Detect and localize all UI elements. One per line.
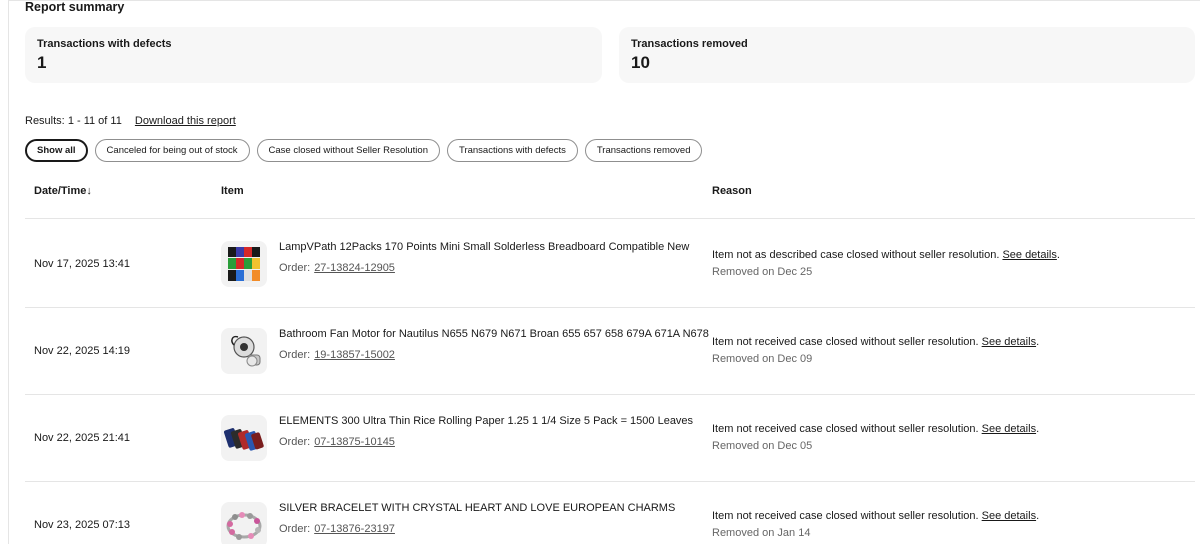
table-header: Date/Time↓ Item Reason xyxy=(25,183,1195,219)
filter-canceled-out-of-stock[interactable]: Canceled for being out of stock xyxy=(94,139,250,162)
reason-column-header: Reason xyxy=(712,185,752,197)
download-report-link[interactable]: Download this report xyxy=(135,115,236,127)
reason-text: Item not received case closed without se… xyxy=(712,336,1040,348)
reason-description: Item not received case closed without se… xyxy=(712,423,979,435)
date-header-label: Date/Time xyxy=(34,185,87,197)
reason-text: Item not received case closed without se… xyxy=(712,510,1040,522)
table-row: Nov 23, 2025 07:13 SILVER BRACELET WITH … xyxy=(25,481,1195,544)
removed-summary-card: Transactions removed 10 xyxy=(619,27,1195,83)
breadboard-thumbnail[interactable] xyxy=(221,241,267,287)
filter-show-all[interactable]: Show all xyxy=(25,139,88,162)
top-border xyxy=(8,0,1200,1)
filter-case-closed-without-resolution[interactable]: Case closed without Seller Resolution xyxy=(256,139,440,162)
left-border xyxy=(8,0,9,544)
removed-date: Removed on Dec 25 xyxy=(712,266,813,278)
removed-card-label: Transactions removed xyxy=(631,38,748,50)
item-column-header: Item xyxy=(221,185,244,197)
reason-description: Item not received case closed without se… xyxy=(712,336,979,348)
table-row: Nov 22, 2025 14:19 Bathroom Fan Motor fo… xyxy=(25,307,1195,395)
order-number-link[interactable]: 27-13824-12905 xyxy=(314,262,395,274)
fan-motor-thumbnail[interactable] xyxy=(221,328,267,374)
filter-chips: Show all Canceled for being out of stock… xyxy=(25,139,703,162)
item-order: Order: 19-13857-15002 xyxy=(279,349,395,362)
sort-down-arrow-icon: ↓ xyxy=(86,185,92,197)
item-title-link[interactable]: ELEMENTS 300 Ultra Thin Rice Rolling Pap… xyxy=(279,415,693,428)
defects-card-label: Transactions with defects xyxy=(37,38,172,50)
see-details-link[interactable]: See details xyxy=(1002,249,1056,261)
row-date: Nov 22, 2025 14:19 xyxy=(34,345,131,357)
table-row: Nov 22, 2025 21:41 ELEMENTS 300 Ultra Th… xyxy=(25,394,1195,482)
order-label: Order: xyxy=(279,436,311,448)
removed-card-value: 10 xyxy=(631,53,650,72)
order-number-link[interactable]: 07-13875-10145 xyxy=(314,436,395,448)
defects-summary-card: Transactions with defects 1 xyxy=(25,27,602,83)
reason-text: Item not as described case closed withou… xyxy=(712,249,1060,261)
see-details-link[interactable]: See details xyxy=(982,336,1036,348)
removed-date: Removed on Jan 14 xyxy=(712,527,811,539)
reason-text: Item not received case closed without se… xyxy=(712,423,1040,435)
results-bar: Results: 1 - 11 of 11 Download this repo… xyxy=(25,115,236,128)
removed-date: Removed on Dec 09 xyxy=(712,353,813,365)
report-summary-title: Report summary xyxy=(25,0,125,14)
rolling-paper-thumbnail[interactable] xyxy=(221,415,267,461)
reason-description: Item not as described case closed withou… xyxy=(712,249,1000,261)
order-number-link[interactable]: 19-13857-15002 xyxy=(314,349,395,361)
defects-card-value: 1 xyxy=(37,53,47,72)
item-order: Order: 07-13876-23197 xyxy=(279,523,395,536)
reason-description: Item not received case closed without se… xyxy=(712,510,979,522)
filter-transactions-removed[interactable]: Transactions removed xyxy=(584,139,703,162)
see-details-link[interactable]: See details xyxy=(982,423,1036,435)
results-label: Results: xyxy=(25,115,65,127)
order-label: Order: xyxy=(279,262,311,274)
order-label: Order: xyxy=(279,349,311,361)
removed-date: Removed on Dec 05 xyxy=(712,440,813,452)
table-row: Nov 17, 2025 13:41 LampVPath 12Packs 170… xyxy=(25,220,1195,308)
row-date: Nov 17, 2025 13:41 xyxy=(34,258,131,270)
item-title-link[interactable]: SILVER BRACELET WITH CRYSTAL HEART AND L… xyxy=(279,502,675,515)
item-order: Order: 07-13875-10145 xyxy=(279,436,395,449)
row-date: Nov 22, 2025 21:41 xyxy=(34,432,131,444)
row-date: Nov 23, 2025 07:13 xyxy=(34,519,131,531)
item-title-link[interactable]: Bathroom Fan Motor for Nautilus N655 N67… xyxy=(279,328,709,341)
filter-transactions-with-defects[interactable]: Transactions with defects xyxy=(447,139,578,162)
item-order: Order: 27-13824-12905 xyxy=(279,262,395,275)
item-title-link[interactable]: LampVPath 12Packs 170 Points Mini Small … xyxy=(279,241,689,254)
results-range: 1 - 11 of 11 xyxy=(67,115,122,127)
see-details-link[interactable]: See details xyxy=(982,510,1036,522)
date-column-header[interactable]: Date/Time↓ xyxy=(34,185,92,197)
order-label: Order: xyxy=(279,523,311,535)
bracelet-thumbnail[interactable] xyxy=(221,502,267,544)
order-number-link[interactable]: 07-13876-23197 xyxy=(314,523,395,535)
